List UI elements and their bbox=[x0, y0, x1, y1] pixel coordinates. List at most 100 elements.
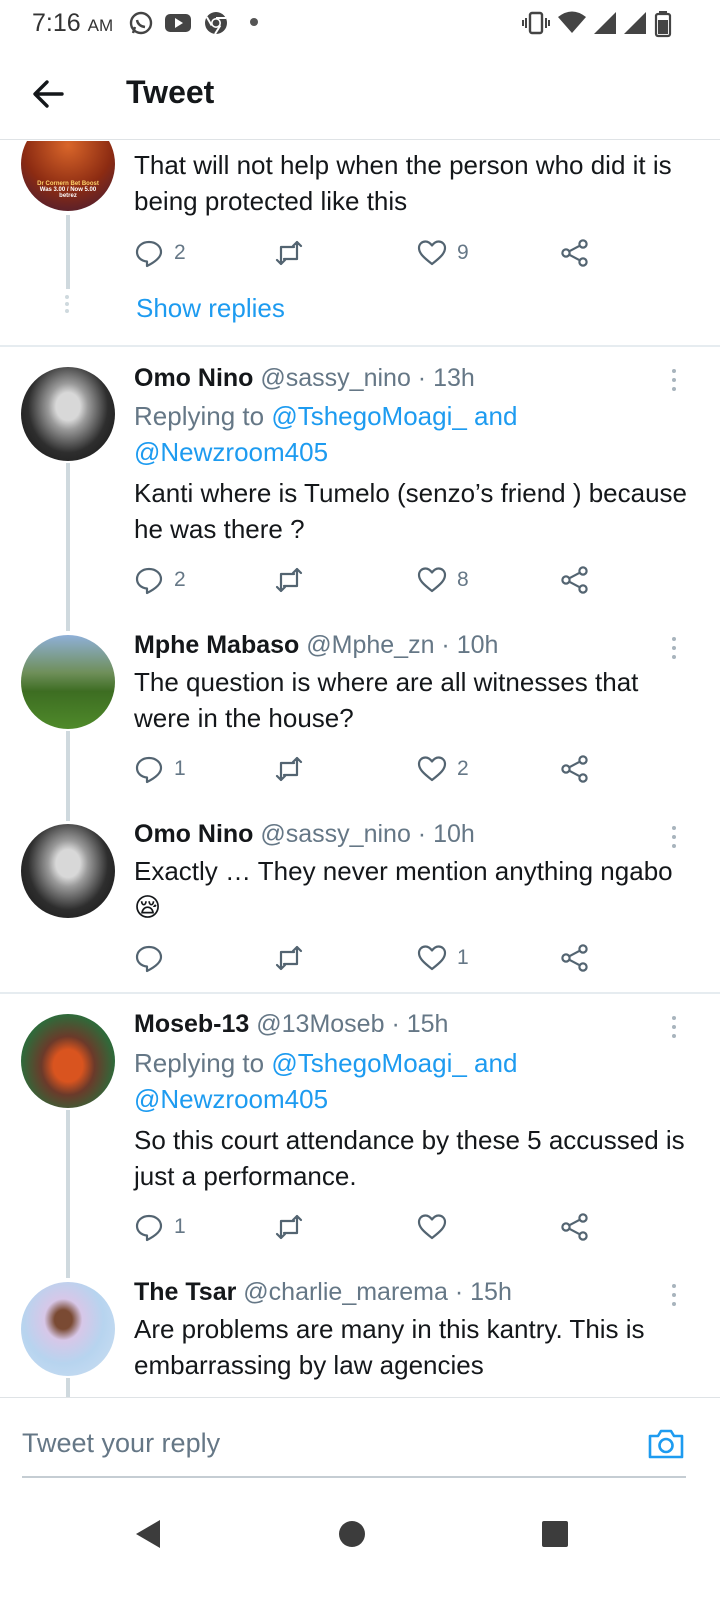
reply-icon bbox=[135, 240, 163, 268]
avatar[interactable] bbox=[21, 367, 115, 461]
show-replies-link[interactable]: Show replies bbox=[136, 293, 285, 324]
author-handle[interactable]: @Mphe_zn bbox=[306, 631, 434, 659]
avatar[interactable] bbox=[21, 635, 115, 729]
share-icon bbox=[561, 944, 588, 972]
author-handle[interactable]: @sassy_nino bbox=[260, 820, 410, 848]
replying-to: Replying to @TshegoMoagi_ and @Newzroom40… bbox=[134, 401, 518, 467]
tweet-actions: 1 bbox=[134, 940, 604, 976]
avatar[interactable]: Dr Cornern Bet Boost Was 3.00 / Now 5.00 b… bbox=[21, 141, 115, 211]
tweet-time: 10h bbox=[433, 820, 475, 848]
signal-icon-2 bbox=[624, 12, 646, 34]
system-nav-bar bbox=[0, 1500, 720, 1600]
avatar[interactable] bbox=[21, 824, 115, 918]
retweet-button[interactable] bbox=[274, 751, 304, 787]
reply-button[interactable]: 2 bbox=[134, 562, 186, 598]
more-icon[interactable] bbox=[668, 369, 680, 395]
share-button[interactable] bbox=[560, 562, 590, 598]
whatsapp-icon bbox=[129, 11, 153, 35]
reply-button[interactable]: 2 bbox=[134, 235, 186, 271]
share-button[interactable] bbox=[560, 751, 590, 787]
like-icon bbox=[417, 945, 447, 971]
tweet-time: 15h bbox=[406, 1010, 449, 1038]
more-icon[interactable] bbox=[668, 637, 680, 663]
thread-line bbox=[66, 215, 70, 289]
thread-dots bbox=[64, 295, 70, 316]
mention-link[interactable]: @Newzroom405 bbox=[134, 1084, 328, 1114]
tweet-actions: 2 8 bbox=[134, 562, 604, 598]
divider bbox=[0, 992, 720, 994]
author-handle[interactable]: @13Moseb bbox=[256, 1010, 384, 1038]
share-button[interactable] bbox=[560, 1209, 590, 1245]
share-button[interactable] bbox=[560, 235, 590, 271]
like-icon bbox=[417, 240, 447, 266]
tweet-actions: 1 bbox=[134, 1209, 604, 1245]
like-button[interactable]: 1 bbox=[417, 940, 469, 976]
avatar-promo-text: Dr Cornern Bet Boost Was 3.00 / Now 5.00 b… bbox=[37, 181, 99, 199]
like-button[interactable] bbox=[417, 1209, 457, 1245]
reply-icon bbox=[135, 945, 163, 973]
share-icon bbox=[561, 239, 588, 267]
mention-link[interactable]: @TshegoMoagi_ and bbox=[271, 401, 517, 431]
nav-back-icon[interactable] bbox=[126, 1512, 170, 1556]
wifi-icon bbox=[558, 11, 586, 33]
more-icon[interactable] bbox=[668, 1284, 680, 1310]
battery-icon bbox=[654, 11, 672, 38]
author-handle[interactable]: @charlie_marema bbox=[243, 1278, 448, 1306]
tweet-time: 13h bbox=[433, 364, 475, 392]
more-icon[interactable] bbox=[668, 826, 680, 852]
chrome-icon bbox=[205, 12, 227, 35]
reply-button[interactable]: 1 bbox=[134, 1209, 186, 1245]
like-button[interactable]: 9 bbox=[417, 235, 469, 271]
thread-line bbox=[66, 463, 70, 631]
camera-icon[interactable] bbox=[646, 1424, 686, 1464]
retweet-icon bbox=[275, 945, 303, 971]
reply-button[interactable]: 1 bbox=[134, 751, 186, 787]
reply-button[interactable] bbox=[134, 940, 174, 976]
author-name[interactable]: Moseb-13 bbox=[134, 1010, 249, 1038]
tweet-text: Are problems are many in this kantry. Th… bbox=[134, 1314, 645, 1380]
like-icon bbox=[417, 756, 447, 782]
like-button[interactable]: 2 bbox=[417, 751, 469, 787]
avatar[interactable] bbox=[21, 1282, 115, 1376]
retweet-icon bbox=[275, 756, 303, 782]
page-title: Tweet bbox=[126, 74, 215, 110]
retweet-button[interactable] bbox=[274, 235, 304, 271]
avatar[interactable] bbox=[21, 1014, 115, 1108]
retweet-button[interactable] bbox=[274, 940, 304, 976]
youtube-icon bbox=[165, 14, 191, 32]
nav-home-icon[interactable] bbox=[330, 1512, 374, 1556]
tweet-feed[interactable]: Dr Cornern Bet Boost Was 3.00 / Now 5.00 b… bbox=[0, 141, 720, 1397]
share-button[interactable] bbox=[560, 940, 590, 976]
tweet-author-line: Omo Nino @sassy_nino · 10h bbox=[134, 820, 475, 848]
retweet-button[interactable] bbox=[274, 1209, 304, 1245]
tweet-time: 15h bbox=[470, 1278, 512, 1306]
nav-recents-icon[interactable] bbox=[533, 1512, 577, 1556]
more-icon[interactable] bbox=[668, 1016, 680, 1042]
share-icon bbox=[561, 566, 588, 594]
like-icon bbox=[417, 567, 447, 593]
author-name[interactable]: The Tsar bbox=[134, 1278, 236, 1306]
back-arrow-icon[interactable] bbox=[28, 74, 68, 114]
reply-icon bbox=[135, 1214, 163, 1242]
tweet-author-line: The Tsar @charlie_marema · 15h bbox=[134, 1278, 512, 1306]
tweet-actions: 2 9 bbox=[134, 235, 604, 271]
vibrate-icon bbox=[522, 11, 550, 35]
divider bbox=[0, 345, 720, 347]
tweet-text: Kanti where is Tumelo (senzo’s friend ) … bbox=[134, 478, 688, 544]
like-button[interactable]: 8 bbox=[417, 562, 469, 598]
reply-input[interactable]: Tweet your reply bbox=[22, 1428, 220, 1459]
replying-to: Replying to @TshegoMoagi_ and @Newzroom40… bbox=[134, 1048, 518, 1114]
mention-link[interactable]: @Newzroom405 bbox=[134, 437, 328, 467]
author-handle[interactable]: @sassy_nino bbox=[260, 364, 410, 392]
status-bar: 7:16 AM bbox=[0, 0, 720, 48]
tweet-author-line: Omo Nino @sassy_nino · 13h bbox=[134, 364, 475, 392]
tweet-author-line: Moseb-13 @13Moseb · 15h bbox=[134, 1010, 449, 1038]
author-name[interactable]: Omo Nino bbox=[134, 820, 253, 848]
author-name[interactable]: Omo Nino bbox=[134, 364, 253, 392]
tweet-text: Exactly … They never mention anything ng… bbox=[134, 856, 673, 922]
author-name[interactable]: Mphe Mabaso bbox=[134, 631, 299, 659]
retweet-button[interactable] bbox=[274, 562, 304, 598]
thread-line bbox=[66, 731, 70, 821]
mention-link[interactable]: @TshegoMoagi_ and bbox=[271, 1048, 517, 1078]
reply-icon bbox=[135, 756, 163, 784]
